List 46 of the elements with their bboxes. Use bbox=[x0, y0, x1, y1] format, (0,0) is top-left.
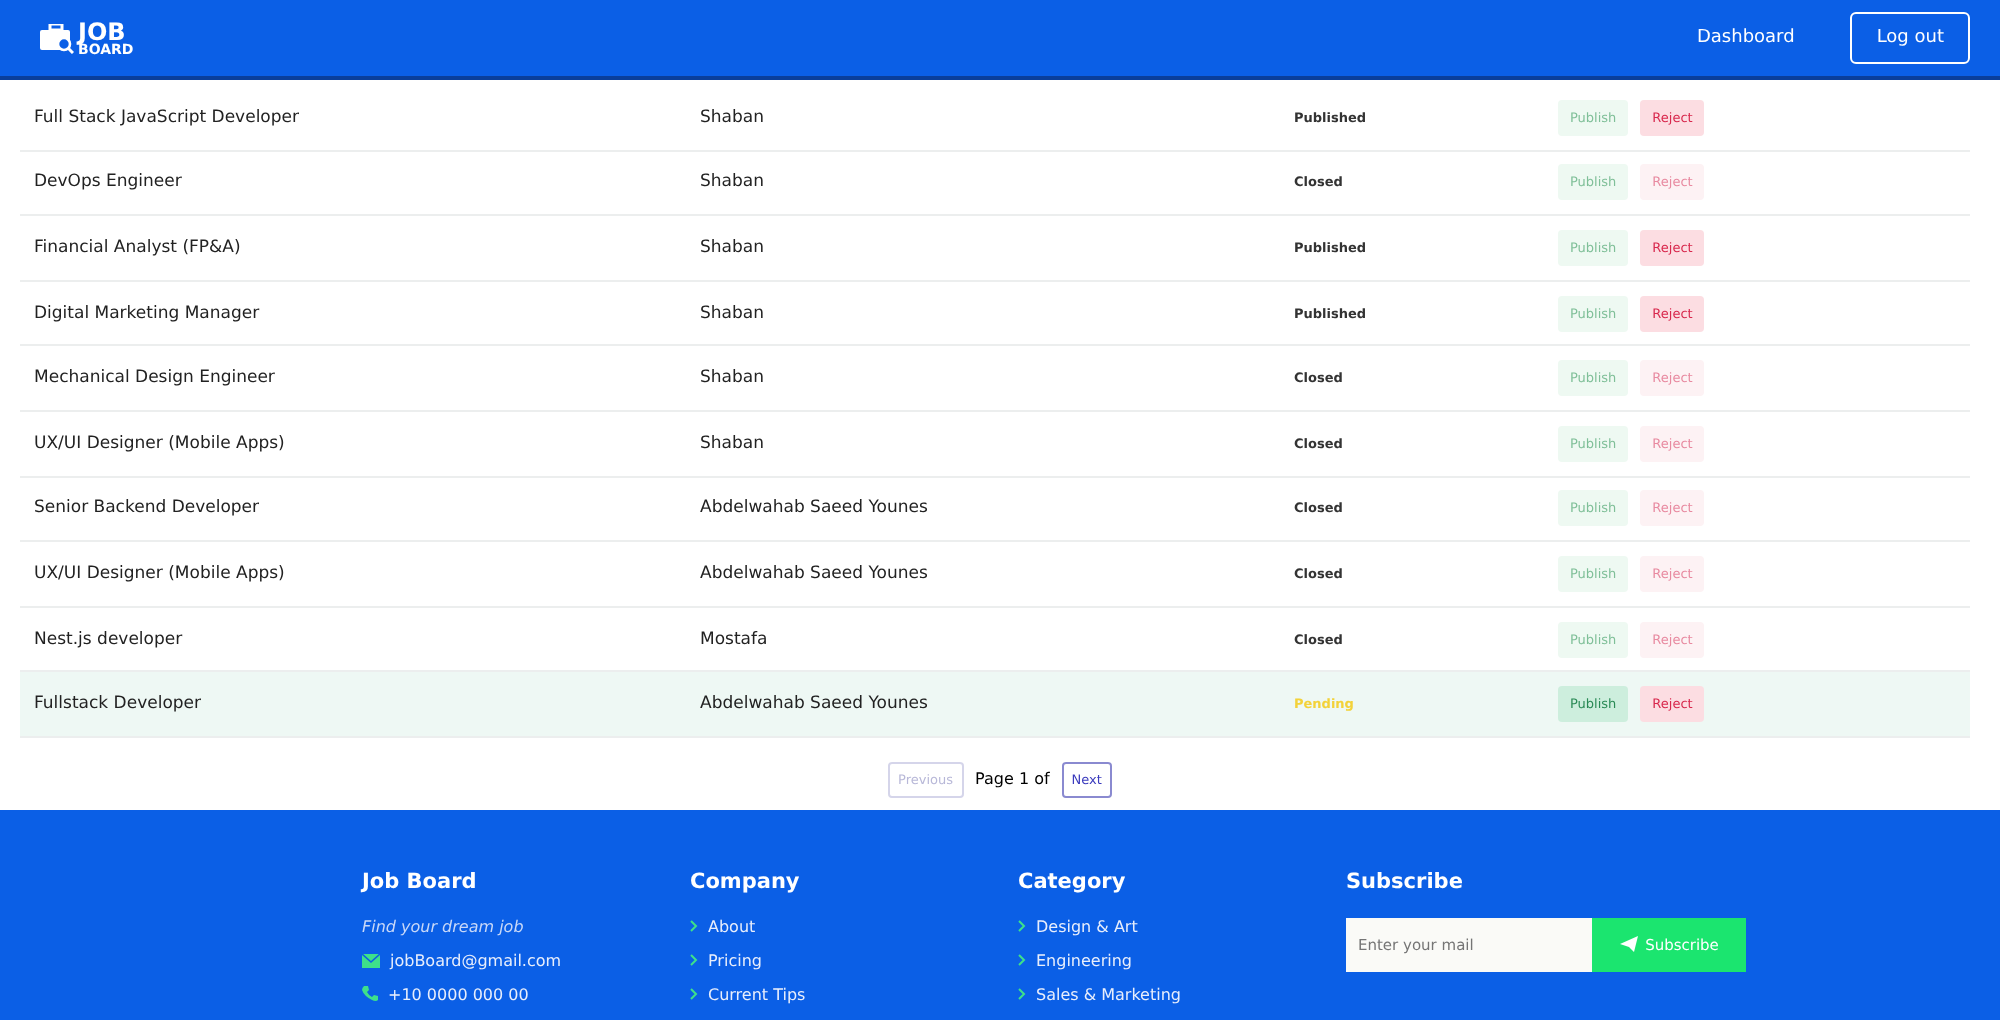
nav-link[interactable]: Dashboard bbox=[1696, 28, 1795, 48]
author-name: Shaban bbox=[700, 433, 766, 454]
logout-button[interactable]: Log out bbox=[1850, 12, 1970, 64]
chevron-icon bbox=[1018, 954, 1026, 967]
chevron-icon bbox=[690, 988, 698, 1001]
job-title: Full Stack JavaScript Developer bbox=[34, 107, 301, 128]
footer-heading: Job Board bbox=[362, 869, 479, 894]
author-name: Abdelwahab Saeed Younes bbox=[700, 498, 930, 519]
author-name: Abdelwahab Saeed Younes bbox=[700, 694, 930, 715]
chevron-icon bbox=[690, 954, 698, 967]
author-name: Mostafa bbox=[700, 629, 770, 650]
job-title: Fullstack Developer bbox=[34, 694, 204, 715]
job-title: UX/UI Designer (Mobile Apps) bbox=[34, 563, 287, 584]
footer-heading: Subscribe bbox=[1346, 869, 1465, 894]
job-title: Digital Marketing Manager bbox=[34, 303, 262, 324]
tagline: Find your dream job bbox=[362, 917, 526, 936]
author-name: Shaban bbox=[700, 107, 766, 128]
page-indicator: Page 1 of bbox=[975, 770, 1050, 789]
footer-link[interactable]: Pricing bbox=[708, 951, 762, 970]
phone-icon bbox=[362, 986, 378, 1003]
author-name: Shaban bbox=[700, 237, 766, 258]
job-title: Mechanical Design Engineer bbox=[34, 368, 277, 389]
author-name: Shaban bbox=[700, 368, 766, 389]
chevron-icon bbox=[690, 920, 698, 933]
footer-heading: Company bbox=[690, 869, 802, 894]
job-title: Senior Backend Developer bbox=[34, 498, 262, 519]
phone-text: +10 0000 000 00 bbox=[388, 985, 529, 1004]
send-icon bbox=[1619, 936, 1638, 953]
author-name: Shaban bbox=[700, 172, 766, 193]
footer-link[interactable]: Sales & Marketing bbox=[1036, 985, 1181, 1004]
job-title: Nest.js developer bbox=[34, 629, 185, 650]
mail-icon bbox=[362, 953, 380, 968]
chevron-icon bbox=[1018, 920, 1026, 933]
briefcase-icon bbox=[40, 23, 74, 53]
footer-link[interactable]: Engineering bbox=[1036, 951, 1132, 970]
job-title: UX/UI Designer (Mobile Apps) bbox=[34, 433, 287, 454]
author-name: Abdelwahab Saeed Younes bbox=[700, 563, 930, 584]
email-text: jobBoard@gmail.com bbox=[390, 951, 562, 970]
author-name: Shaban bbox=[700, 303, 766, 324]
job-title: DevOps Engineer bbox=[34, 172, 184, 193]
footer-heading: Category bbox=[1018, 869, 1128, 894]
footer-link[interactable]: About bbox=[708, 917, 756, 936]
chevron-icon bbox=[1018, 988, 1026, 1001]
footer-link[interactable]: Design & Art bbox=[1036, 917, 1138, 936]
job-title: Financial Analyst (FP&A) bbox=[34, 237, 243, 258]
footer-link[interactable]: Current Tips bbox=[708, 985, 806, 1004]
